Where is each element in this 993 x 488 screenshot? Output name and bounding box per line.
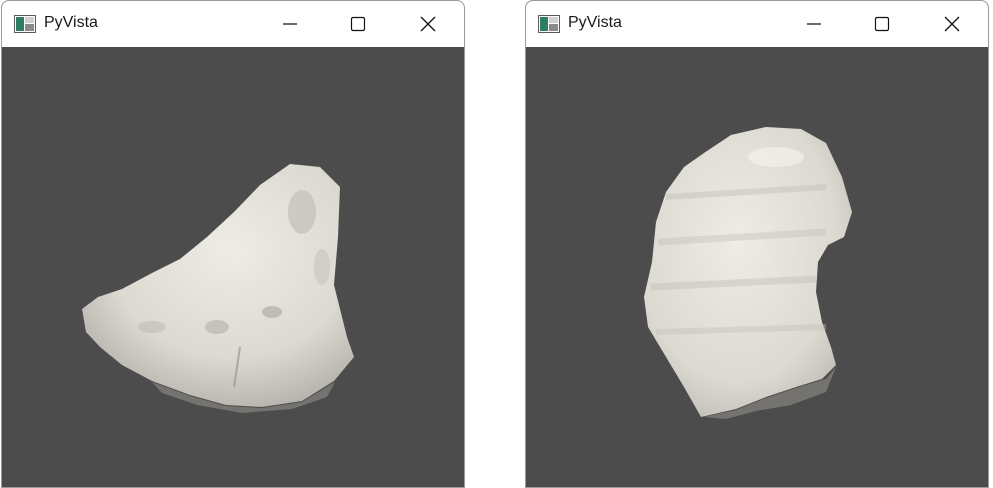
close-icon [944,16,960,32]
pyvista-window-right[interactable]: PyVista [525,0,989,488]
minimize-button[interactable] [782,1,846,47]
window-title: PyVista [44,14,98,31]
minimize-icon [283,23,297,25]
rock-mesh [644,127,852,417]
maximize-button[interactable] [326,1,390,47]
render-viewport[interactable] [2,47,464,487]
title-bar[interactable]: PyVista [526,1,988,47]
rock-mesh-render [82,164,354,413]
close-button[interactable] [920,1,984,47]
window-title: PyVista [568,14,622,31]
close-icon [420,16,436,32]
maximize-icon [874,16,890,32]
close-button[interactable] [396,1,460,47]
rock-mesh-render [644,127,852,419]
pyvista-window-left[interactable]: PyVista [1,0,465,488]
maximize-button[interactable] [850,1,914,47]
render-viewport[interactable] [526,47,988,487]
title-bar[interactable]: PyVista [2,1,464,47]
minimize-icon [807,23,821,25]
maximize-icon [350,16,366,32]
pyvista-app-icon [538,15,560,33]
minimize-button[interactable] [258,1,322,47]
pyvista-app-icon [14,15,36,33]
